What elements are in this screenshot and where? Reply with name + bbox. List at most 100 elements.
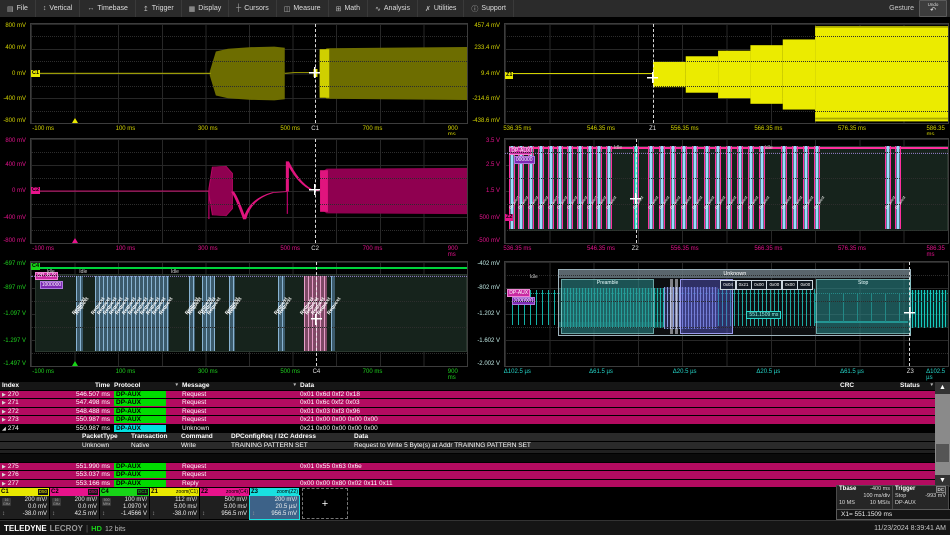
volts-per-div: 200 mV/: [75, 497, 97, 504]
scroll-thumb[interactable]: [936, 444, 949, 462]
time-cursor[interactable]: [636, 139, 637, 243]
c1-trace-tag[interactable]: C1: [31, 70, 40, 77]
menu-measure[interactable]: ◫Measure: [277, 0, 329, 17]
minor-gridline: [31, 36, 467, 37]
column-header[interactable]: Message▾: [180, 382, 298, 390]
timebase-box[interactable]: Tbase-400 ms 100 ms/div 10 MS10 MS/s: [836, 485, 893, 510]
z2-pulse-layer: RequestRequestRequestRequestRequestReque…: [505, 139, 948, 243]
cursor-crosshair[interactable]: [904, 307, 915, 318]
column-header[interactable]: Time: [38, 382, 112, 390]
expand-arrow-icon[interactable]: ▶: [2, 472, 6, 478]
status-bar: TELEDYNE LECROY | HD 12 bits 11/23/2024 …: [0, 520, 950, 535]
trigger-box[interactable]: TriggerDC Stop-993 mV DP-AUX: [892, 485, 949, 510]
measure-icon: ◫: [284, 5, 291, 13]
cursor-crosshair[interactable]: [309, 184, 320, 195]
decode-stop-band[interactable]: Stop: [816, 279, 911, 333]
plot-z3[interactable]: Unknown Preamble 0x04 0x21 0x00 0x00 0x0…: [504, 261, 949, 367]
channel-id: C1: [1, 488, 9, 496]
channel-descriptor-z2[interactable]: Z2zoom(C4)500 mV/5.00 ms/↕956.5 mV: [200, 488, 249, 519]
column-header[interactable]: Index: [0, 382, 38, 390]
plot-c2[interactable]: C2: [30, 138, 468, 244]
expand-arrow-icon[interactable]: ▶: [2, 409, 6, 415]
cursor-crosshair[interactable]: [647, 72, 658, 83]
plot-c4[interactable]: RequestRequestRequestRequestRequestReque…: [30, 261, 468, 367]
expand-arrow-icon[interactable]: ▶: [2, 481, 6, 487]
channel-descriptor-c2[interactable]: C2D5016GHz200 mV/0.0 mV↕42.5 mV: [50, 488, 99, 519]
decode-byte[interactable]: 0x00: [751, 280, 767, 290]
table-row[interactable]: ▶270546.507 msDP-AUXRequest0x01 0x6d 0xf…: [0, 391, 935, 400]
undo-button[interactable]: Undo↶: [919, 0, 947, 17]
column-header[interactable]: Status▾: [898, 382, 935, 390]
decode-byte[interactable]: 0x00: [782, 280, 798, 290]
column-header[interactable]: Data: [298, 382, 838, 390]
menu-display[interactable]: ▦Display: [182, 0, 230, 17]
menu-label: File: [17, 5, 28, 12]
menu-timebase[interactable]: ↔Timebase: [80, 0, 135, 17]
table-row[interactable]: ▶275551.990 msDP-AUXRequest0x01 0x55 0x6…: [0, 463, 935, 472]
channel-descriptor-z1[interactable]: Z1zoom(C1)112 mV/5.00 ms/↕-38.0 mV: [150, 488, 199, 519]
offset-value: -1.4566 V: [121, 511, 147, 518]
table-row[interactable]: ▶271547.498 msDP-AUXRequest0x01 0x6c 0xf…: [0, 399, 935, 408]
grid-z2: RequestRequestRequestRequestRequestReque…: [470, 135, 950, 256]
sort-arrow-icon[interactable]: ▾: [175, 382, 178, 390]
c2-trace-tag[interactable]: C2: [31, 187, 40, 194]
expand-arrow-icon[interactable]: ▶: [2, 392, 6, 398]
table-scrollbar[interactable]: ▲ ▼: [935, 382, 950, 487]
table-row[interactable]: ▶272548.488 msDP-AUXRequest0x01 0x03 0xf…: [0, 408, 935, 417]
x-axis-tick: 576.35 ms: [838, 126, 866, 132]
expand-arrow-icon[interactable]: ▶: [2, 417, 6, 423]
cursor-label: Z3: [907, 369, 914, 375]
plot-c1[interactable]: C1: [30, 23, 468, 124]
decode-pulse: [692, 146, 698, 229]
y-axis-tick: -697 mV: [0, 261, 26, 268]
dp-aux-decode-badge[interactable]: DP-AUX: [507, 289, 530, 297]
table-row[interactable]: ▶273550.987 msDP-AUXRequest0x21 0x00 0x0…: [0, 416, 935, 425]
menu-cursors[interactable]: ┼Cursors: [229, 0, 276, 17]
channel-descriptor-z3[interactable]: Z3zoom(Z2)200 mV/20.5 µs/↕956.5 mV: [250, 488, 299, 519]
scroll-up-button[interactable]: ▲: [935, 382, 950, 394]
column-header[interactable]: CRC: [838, 382, 898, 390]
decode-pulse: [781, 146, 787, 229]
column-header[interactable]: Protocol▾: [112, 382, 180, 390]
decode-byte[interactable]: 0x21: [736, 280, 752, 290]
menu-utilities[interactable]: ✗Utilities: [418, 0, 464, 17]
decode-byte[interactable]: 0x00: [766, 280, 782, 290]
table-row[interactable]: ▶276553.037 msDP-AUXRequest: [0, 471, 935, 480]
plot-z1[interactable]: Z1: [504, 23, 949, 124]
decode-overlay-box: Unknown Preamble 0x04 0x21 0x00 0x00 0x0…: [558, 269, 911, 335]
decode-byte[interactable]: 0x00: [797, 280, 813, 290]
menu-file[interactable]: ▤File: [0, 0, 36, 17]
channel-descriptor-c4[interactable]: C4DC1500MHz100 mV/1.0970 V↕-1.4566 V: [100, 488, 149, 519]
minor-gridline: [31, 275, 467, 276]
y-axis-tick: 9.4 mV: [470, 71, 500, 78]
table-row[interactable]: ▶277553.166 msDP-AUXReply0x00 0x00 0x80 …: [0, 480, 935, 489]
decode-pulse: [659, 146, 665, 229]
plot-z2[interactable]: RequestRequestRequestRequestRequestReque…: [504, 138, 949, 244]
cursor-crosshair[interactable]: [630, 193, 641, 204]
expand-arrow-icon[interactable]: ▶: [2, 400, 6, 406]
minor-gridline: [505, 178, 948, 179]
add-trace-button[interactable]: +: [302, 488, 348, 519]
cell-protocol: DP-AUX: [112, 399, 180, 407]
table-row[interactable]: ◢274550.987 msDP-AUXUnknown0x21 0x00 0x0…: [0, 425, 935, 434]
c4-trace-tag[interactable]: C4: [31, 263, 40, 270]
decode-byte[interactable]: 0x04: [720, 280, 736, 290]
sort-arrow-icon[interactable]: ▾: [930, 382, 933, 390]
cursor-crosshair[interactable]: [309, 67, 320, 78]
sort-arrow-icon[interactable]: ▾: [293, 382, 296, 390]
decode-pulse: [606, 146, 612, 229]
cursor-crosshair[interactable]: [311, 314, 322, 325]
menu-analysis[interactable]: ∿Analysis: [368, 0, 418, 17]
menu-trigger[interactable]: ↥Trigger: [136, 0, 182, 17]
menu-support[interactable]: ⓘSupport: [464, 0, 514, 17]
cell-index: ◢274: [0, 425, 38, 433]
z2-trace-tag[interactable]: Z2: [505, 214, 513, 221]
menu-math[interactable]: ⊞Math: [329, 0, 368, 17]
decode-preamble-band[interactable]: Preamble: [561, 279, 654, 333]
expand-arrow-icon[interactable]: ▶: [2, 464, 6, 470]
decode-strip: [670, 279, 673, 333]
z1-trace-tag[interactable]: Z1: [505, 72, 513, 79]
menu-vertical[interactable]: ↕Vertical: [36, 0, 80, 17]
expand-arrow-icon[interactable]: ◢: [2, 426, 6, 432]
channel-descriptor-c1[interactable]: C1D5016GHz200 mV/0.0 mV↕-38.0 mV: [0, 488, 49, 519]
